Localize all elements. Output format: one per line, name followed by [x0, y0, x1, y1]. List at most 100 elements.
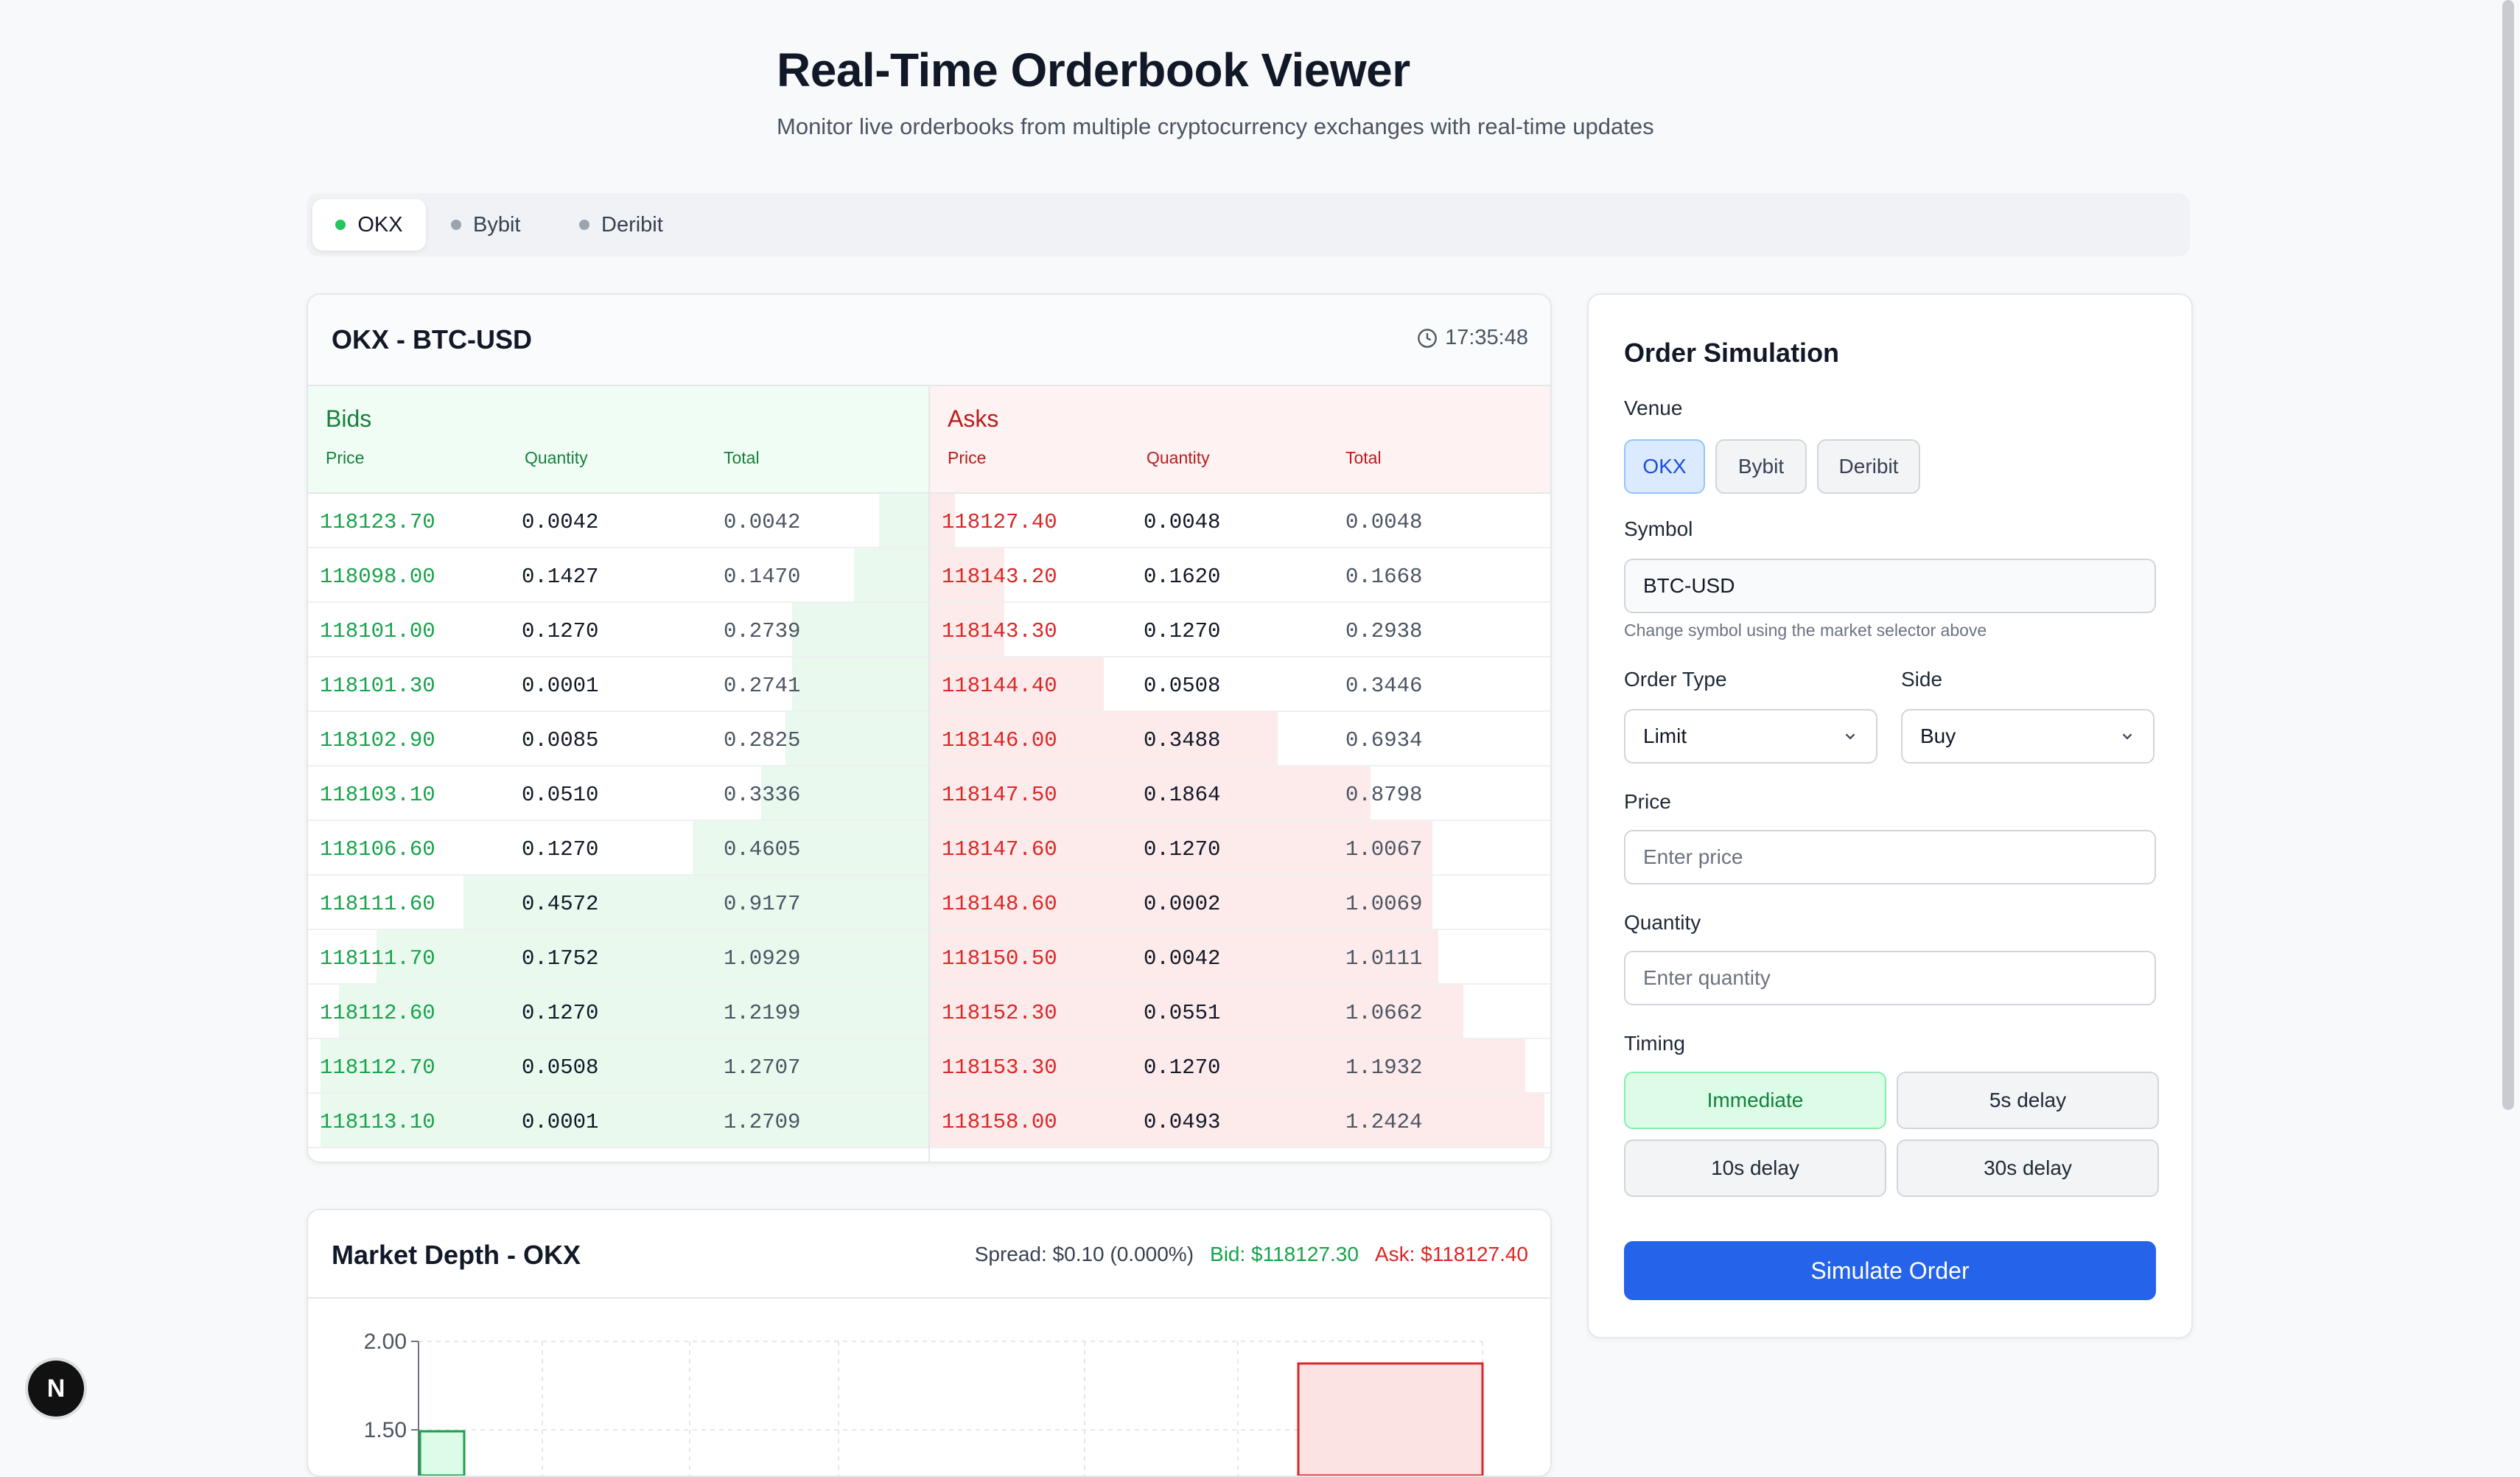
venue-bybit-button[interactable]: Bybit — [1715, 439, 1807, 494]
simulate-order-button[interactable]: Simulate Order — [1624, 1241, 2156, 1300]
tab-label: OKX — [357, 212, 403, 237]
row-total: 0.2825 — [724, 728, 801, 753]
ask-row[interactable]: 118146.00 0.3488 0.6934 — [930, 712, 1550, 767]
timing-10s-button[interactable]: 10s delay — [1624, 1139, 1886, 1197]
bid-row[interactable]: 118102.90 0.0085 0.2825 — [308, 712, 928, 767]
row-quantity: 0.3488 — [1144, 728, 1221, 753]
row-price: 118102.90 — [320, 728, 435, 753]
row-total: 0.6934 — [1345, 728, 1423, 753]
row-price: 118147.60 — [942, 837, 1057, 862]
page-subtitle: Monitor live orderbooks from multiple cr… — [777, 114, 1654, 139]
ask-row[interactable]: 118153.30 0.1270 1.1932 — [930, 1039, 1550, 1094]
row-quantity: 0.1270 — [1144, 619, 1221, 643]
ask-row[interactable]: 118147.50 0.1864 0.8798 — [930, 767, 1550, 821]
nextjs-badge-button[interactable]: N — [28, 1361, 84, 1417]
ask-row[interactable]: 118143.20 0.1620 0.1668 — [930, 548, 1550, 603]
row-total: 0.3336 — [724, 783, 801, 807]
chevron-down-icon — [1845, 733, 1855, 740]
timing-5s-button[interactable]: 5s delay — [1897, 1072, 2159, 1129]
row-total: 0.4605 — [724, 837, 801, 862]
price-input[interactable]: Enter price — [1624, 830, 2156, 884]
row-quantity: 0.0002 — [1144, 892, 1221, 916]
timestamp-value: 17:35:48 — [1445, 326, 1528, 349]
page-title: Real-Time Orderbook Viewer — [777, 43, 1410, 97]
bids-rows: 118123.70 0.0042 0.0042 118098.00 0.1427 0.14… — [308, 494, 928, 1148]
ask-row[interactable]: 118148.60 0.0002 1.0069 — [930, 876, 1550, 930]
asks-header: Asks Price Quantity Total — [930, 386, 1550, 494]
timing-label: Timing — [1624, 1032, 1685, 1055]
quantity-label: Quantity — [1624, 911, 1701, 934]
timing-immediate-button[interactable]: Immediate — [1624, 1072, 1886, 1129]
row-quantity: 0.1270 — [522, 1001, 599, 1025]
order-type-value: Limit — [1643, 724, 1687, 747]
best-ask-value: Ask: $118127.40 — [1374, 1243, 1528, 1265]
row-price: 118111.70 — [320, 946, 435, 971]
bid-row[interactable]: 118101.00 0.1270 0.2739 — [308, 603, 928, 657]
ask-row[interactable]: 118143.30 0.1270 0.2938 — [930, 603, 1550, 657]
depth-chart: 2.00 1.50 — [364, 1330, 1484, 1476]
bid-row[interactable]: 118111.70 0.1752 1.0929 — [308, 930, 928, 985]
col-header-price: Price — [326, 448, 365, 467]
quantity-input[interactable]: Enter quantity — [1624, 951, 2156, 1005]
best-bid-value: Bid: $118127.30 — [1210, 1243, 1359, 1265]
row-quantity: 0.0001 — [522, 1110, 599, 1134]
order-type-select[interactable]: Limit — [1624, 709, 1877, 764]
bid-row[interactable]: 118101.30 0.0001 0.2741 — [308, 657, 928, 712]
ask-row[interactable]: 118152.30 0.0551 1.0662 — [930, 985, 1550, 1039]
y-tick-label: 2.00 — [364, 1330, 407, 1354]
row-quantity: 0.1270 — [522, 837, 599, 862]
n-logo-icon: N — [46, 1374, 66, 1403]
exchange-tabs: OKX Bybit Deribit — [307, 193, 2190, 256]
row-total: 0.2741 — [724, 674, 801, 698]
row-total: 1.2424 — [1345, 1110, 1423, 1134]
row-quantity: 0.0048 — [1144, 510, 1221, 534]
tab-label: Bybit — [473, 212, 521, 237]
tab-deribit[interactable]: Deribit — [579, 199, 663, 251]
price-placeholder: Enter price — [1643, 845, 1743, 868]
row-price: 118127.40 — [942, 510, 1057, 534]
row-price: 118103.10 — [320, 783, 435, 807]
bid-row[interactable]: 118112.60 0.1270 1.2199 — [308, 985, 928, 1039]
symbol-field[interactable]: BTC-USD — [1624, 559, 2156, 613]
side-select[interactable]: Buy — [1901, 709, 2155, 764]
row-price: 118144.40 — [942, 674, 1057, 698]
ask-depth-area — [1297, 1362, 1484, 1476]
bid-row[interactable]: 118098.00 0.1427 0.1470 — [308, 548, 928, 603]
tab-okx[interactable]: OKX — [312, 199, 426, 251]
venue-okx-button[interactable]: OKX — [1624, 439, 1705, 494]
row-price: 118152.30 — [942, 1001, 1057, 1025]
row-price: 118143.20 — [942, 565, 1057, 589]
chevron-down-icon — [2122, 733, 2132, 740]
ask-row[interactable]: 118150.50 0.0042 1.0111 — [930, 930, 1550, 985]
scrollbar-thumb[interactable] — [2502, 0, 2514, 1110]
row-quantity: 0.1270 — [1144, 1055, 1221, 1080]
row-price: 118098.00 — [320, 565, 435, 589]
venue-deribit-button[interactable]: Deribit — [1817, 439, 1920, 494]
timing-30s-button[interactable]: 30s delay — [1897, 1139, 2159, 1197]
row-total: 0.0048 — [1345, 510, 1423, 534]
venue-label: Venue — [1624, 397, 1683, 419]
row-quantity: 0.1864 — [1144, 783, 1221, 807]
ask-row[interactable]: 118147.60 0.1270 1.0067 — [930, 821, 1550, 876]
row-total: 0.2938 — [1345, 619, 1423, 643]
ask-row[interactable]: 118144.40 0.0508 0.3446 — [930, 657, 1550, 712]
row-total: 1.0069 — [1345, 892, 1423, 916]
bid-row[interactable]: 118106.60 0.1270 0.4605 — [308, 821, 928, 876]
status-dot-icon — [579, 220, 589, 230]
ask-row[interactable]: 118158.00 0.0493 1.2424 — [930, 1094, 1550, 1148]
bids-header: Bids Price Quantity Total — [308, 386, 928, 494]
bid-row[interactable]: 118111.60 0.4572 0.9177 — [308, 876, 928, 930]
row-total: 0.9177 — [724, 892, 801, 916]
row-total: 0.8798 — [1345, 783, 1423, 807]
symbol-hint: Change symbol using the market selector … — [1624, 621, 1987, 640]
bid-row[interactable]: 118103.10 0.0510 0.3336 — [308, 767, 928, 821]
ask-row[interactable]: 118127.40 0.0048 0.0048 — [930, 494, 1550, 548]
col-header-total: Total — [724, 448, 760, 467]
bid-row[interactable]: 118112.70 0.0508 1.2707 — [308, 1039, 928, 1094]
order-type-label: Order Type — [1624, 668, 1727, 691]
status-dot-icon — [451, 220, 461, 230]
tab-bybit[interactable]: Bybit — [451, 199, 520, 251]
bid-row[interactable]: 118113.10 0.0001 1.2709 — [308, 1094, 928, 1148]
bid-row[interactable]: 118123.70 0.0042 0.0042 — [308, 494, 928, 548]
order-simulation-card: Order Simulation Venue OKX Bybit Deribit… — [1587, 293, 2193, 1338]
